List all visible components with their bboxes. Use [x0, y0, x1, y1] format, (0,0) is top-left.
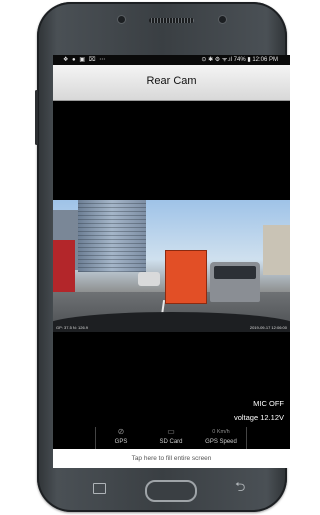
- home-button[interactable]: [145, 480, 197, 502]
- system-status: ⊙ ✱ ⚙ ᯤ.ıl 74% ▮ 12:06 PM: [201, 57, 278, 63]
- front-camera-icon: [118, 16, 125, 23]
- speed-value: 0 Km/h: [212, 429, 230, 435]
- gps-label: GPS: [114, 439, 128, 445]
- sensor-icon: [219, 16, 226, 23]
- sd-card-label: SD Card: [159, 439, 183, 445]
- voltage-status: voltage 12.12V: [233, 413, 284, 422]
- phone-screen: ❖ ● ▣ ⌧ ⋯ ⊙ ✱ ⚙ ᯤ.ıl 74% ▮ 12:06 PM Rear…: [53, 55, 290, 468]
- sd-card-icon: ▭: [167, 427, 175, 436]
- app-bar: Rear Cam: [53, 65, 290, 101]
- hardware-nav-bar: ⮌: [37, 470, 287, 510]
- notification-icons: ❖ ● ▣ ⌧ ⋯: [63, 57, 107, 63]
- camera-video-feed[interactable]: GP: 37.5 N: 126.9 2019-09-17 12:06:00: [53, 200, 290, 332]
- building: [263, 225, 290, 275]
- car: [138, 272, 160, 286]
- mic-status: MIC OFF: [253, 399, 284, 408]
- fill-screen-button[interactable]: Tap here to fill entire screen: [53, 449, 290, 468]
- back-icon[interactable]: ⮌: [235, 478, 245, 500]
- orange-truck: [165, 250, 207, 304]
- video-overlay-right: 2019-09-17 12:06:00: [249, 325, 287, 330]
- video-overlay-left: GP: 37.5 N: 126.9: [56, 325, 89, 330]
- page-title: Rear Cam: [146, 75, 197, 87]
- grey-van: [210, 262, 260, 302]
- building: [78, 200, 146, 272]
- earpiece-speaker: [149, 18, 194, 23]
- gps-status: ⊘ GPS: [96, 427, 146, 445]
- status-bar: ❖ ● ▣ ⌧ ⋯ ⊙ ✱ ⚙ ᯤ.ıl 74% ▮ 12:06 PM: [53, 55, 290, 65]
- device-info-row: ⊘ GPS ▭ SD Card 0 Km/h GPS Speed: [95, 427, 247, 449]
- gps-speed-label: GPS Speed: [205, 439, 237, 445]
- satellite-icon: ⊘: [117, 427, 125, 436]
- sd-card-status: ▭ SD Card: [146, 427, 196, 445]
- gps-speed-status: 0 Km/h GPS Speed: [196, 427, 246, 445]
- volume-button: [35, 90, 38, 145]
- recent-apps-icon[interactable]: [93, 483, 106, 494]
- red-bus: [53, 240, 75, 292]
